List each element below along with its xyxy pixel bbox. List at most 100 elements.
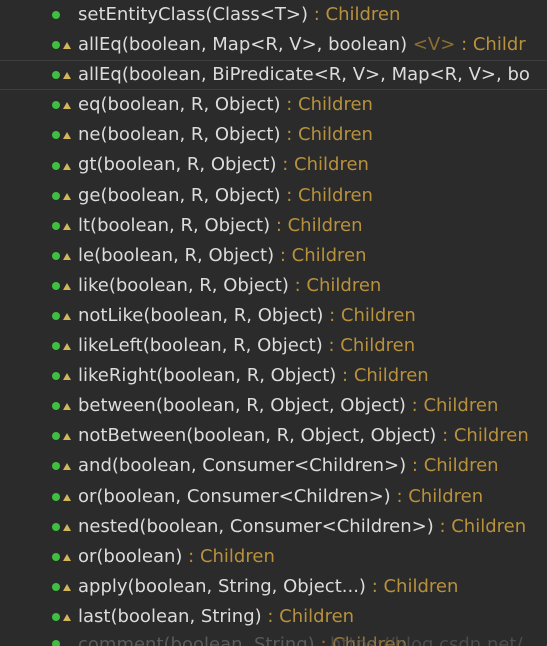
method-text: notLike(boolean, R, Object) : Children [78, 301, 416, 331]
inherited-marker-icon [63, 523, 71, 531]
inherited-marker-icon [63, 252, 71, 260]
method-signature: notLike(boolean, R, Object) [78, 304, 324, 326]
method-signature: like(boolean, R, Object) [78, 274, 289, 296]
inherited-marker-icon [63, 102, 71, 110]
inherited-marker-icon [63, 403, 71, 411]
public-method-icon [52, 11, 60, 20]
method-list-item[interactable]: or(boolean) : Children [0, 542, 547, 572]
method-signature: allEq(boolean, BiPredicate<R, V>, Map<R,… [78, 64, 530, 86]
method-visibility-icon [50, 241, 74, 271]
method-visibility-icon [50, 391, 74, 421]
method-signature: gt(boolean, R, Object) [78, 154, 277, 176]
method-list-item[interactable]: ne(boolean, R, Object) : Children [0, 120, 547, 150]
inherited-marker-icon [63, 162, 71, 170]
method-list-item[interactable]: like(boolean, R, Object) : Children [0, 271, 547, 301]
method-text: gt(boolean, R, Object) : Children [78, 150, 369, 180]
method-signature: comment(boolean, String) [78, 633, 315, 646]
public-method-icon [52, 552, 60, 561]
public-method-icon [52, 41, 60, 50]
method-list-item[interactable]: or(boolean, Consumer<Children>) : Childr… [0, 482, 547, 512]
method-visibility-icon [50, 61, 74, 89]
method-list-item-partial[interactable]: comment(boolean, String) : Children https… [0, 632, 547, 646]
method-signature: or(boolean) [78, 545, 183, 567]
method-signature: likeLeft(boolean, R, Object) [78, 335, 323, 357]
inherited-marker-icon [63, 222, 71, 230]
method-signature: ge(boolean, R, Object) [78, 184, 281, 206]
public-method-icon [52, 311, 60, 320]
method-list-item[interactable]: notBetween(boolean, R, Object, Object) :… [0, 421, 547, 451]
method-list-item[interactable]: and(boolean, Consumer<Children>) : Child… [0, 451, 547, 481]
method-signature: or(boolean, Consumer<Children>) [78, 485, 391, 507]
method-list-item[interactable]: ge(boolean, R, Object) : Children [0, 181, 547, 211]
method-visibility-icon [50, 451, 74, 481]
method-return-type: : Children [342, 365, 429, 387]
method-visibility-icon [50, 512, 74, 542]
method-text: lt(boolean, R, Object) : Children [78, 211, 363, 241]
method-text: nested(boolean, Consumer<Children>) : Ch… [78, 512, 526, 542]
method-visibility-icon [50, 301, 74, 331]
inherited-marker-icon [63, 583, 71, 591]
method-return-type: : Children [442, 425, 529, 447]
method-text: ge(boolean, R, Object) : Children [78, 181, 373, 211]
inherited-marker-icon [63, 343, 71, 351]
method-list-item[interactable]: lt(boolean, R, Object) : Children [0, 211, 547, 241]
method-signature: lt(boolean, R, Object) [78, 214, 271, 236]
method-list-item[interactable]: le(boolean, R, Object) : Children [0, 241, 547, 271]
method-return-type: : Children [329, 304, 416, 326]
method-visibility-icon [50, 572, 74, 602]
method-signature: between(boolean, R, Object, Object) [78, 395, 406, 417]
inherited-marker-icon [63, 433, 71, 441]
method-list-item[interactable]: last(boolean, String) : Children [0, 602, 547, 632]
inherited-marker-icon [63, 192, 71, 200]
method-visibility-icon [50, 211, 74, 241]
method-list-item[interactable]: setEntityClass(Class<T>) : Children [0, 0, 547, 30]
method-text: ne(boolean, R, Object) : Children [78, 120, 373, 150]
public-method-icon [52, 522, 60, 531]
method-signature: nested(boolean, Consumer<Children>) [78, 515, 434, 537]
method-list-item[interactable]: between(boolean, R, Object, Object) : Ch… [0, 391, 547, 421]
inherited-marker-icon [63, 553, 71, 561]
method-text: last(boolean, String) : Children [78, 602, 354, 632]
method-text: and(boolean, Consumer<Children>) : Child… [78, 451, 499, 481]
inherited-marker-icon [63, 613, 71, 621]
inherited-marker-icon [63, 493, 71, 501]
method-list-item[interactable]: apply(boolean, String, Object...) : Chil… [0, 572, 547, 602]
method-return-type: : Children [371, 575, 459, 597]
method-list-item[interactable]: gt(boolean, R, Object) : Children [0, 150, 547, 180]
method-list-item[interactable]: notLike(boolean, R, Object) : Children [0, 301, 547, 331]
method-list-item[interactable]: allEq(boolean, Map<R, V>, boolean) <V> :… [0, 30, 547, 60]
method-text: or(boolean) : Children [78, 542, 275, 572]
method-list-item[interactable]: nested(boolean, Consumer<Children>) : Ch… [0, 512, 547, 542]
method-return-type: : Children [294, 274, 382, 296]
public-method-icon [52, 101, 60, 110]
method-list-item[interactable]: eq(boolean, R, Object) : Children [0, 90, 547, 120]
method-visibility-icon [50, 482, 74, 512]
method-signature: ne(boolean, R, Object) [78, 124, 281, 146]
method-list-item[interactable]: allEq(boolean, BiPredicate<R, V>, Map<R,… [0, 60, 547, 91]
method-signature: and(boolean, Consumer<Children>) [78, 455, 407, 477]
method-text: allEq(boolean, Map<R, V>, boolean) <V> :… [78, 30, 526, 60]
method-completion-list: setEntityClass(Class<T>) : Children allEq… [0, 0, 547, 646]
method-signature: allEq(boolean, Map<R, V>, boolean) [78, 34, 408, 56]
public-method-icon [52, 582, 60, 591]
method-list-item[interactable]: likeRight(boolean, R, Object) : Children [0, 361, 547, 391]
method-visibility-icon [50, 361, 74, 391]
method-text: eq(boolean, R, Object) : Children [78, 90, 373, 120]
method-visibility-icon [50, 30, 74, 60]
method-signature: setEntityClass(Class<T>) [78, 4, 308, 25]
method-visibility-icon [50, 90, 74, 120]
method-return-type: : Children [411, 455, 499, 477]
method-visibility-icon [50, 181, 74, 211]
method-return-type: : Children [313, 4, 401, 25]
public-method-icon [52, 71, 60, 80]
method-text: between(boolean, R, Object, Object) : Ch… [78, 391, 498, 421]
public-method-icon [52, 372, 60, 381]
public-method-icon [52, 221, 60, 230]
method-list-item[interactable]: likeLeft(boolean, R, Object) : Children [0, 331, 547, 361]
inherited-marker-icon [63, 42, 71, 50]
method-return-type: : Children [286, 124, 373, 146]
method-visibility-icon [50, 0, 74, 30]
method-return-type: : Children [279, 244, 367, 266]
method-signature: notBetween(boolean, R, Object, Object) [78, 425, 437, 447]
method-return-type: : Children [188, 545, 275, 567]
